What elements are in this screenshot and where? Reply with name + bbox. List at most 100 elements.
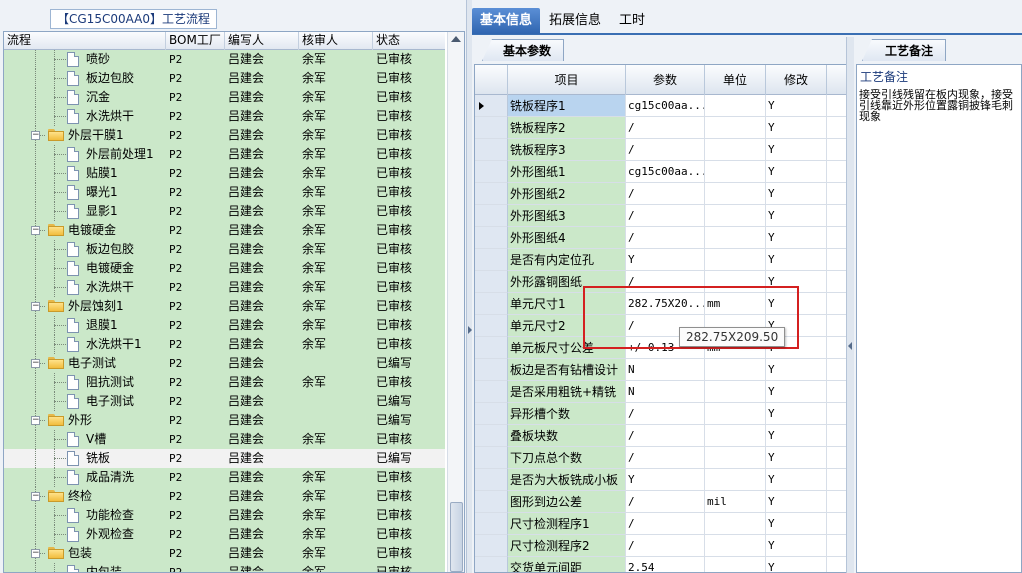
tree-row[interactable]: V槽 P2 吕建会 余军 已审核 xyxy=(4,430,445,449)
row-indicator[interactable] xyxy=(475,293,508,315)
param-unit-cell[interactable]: mil xyxy=(705,491,766,513)
tree-row[interactable]: 板边包胶 P2 吕建会 余军 已审核 xyxy=(4,69,445,88)
param-item-cell[interactable]: 是否有内定位孔 xyxy=(508,249,626,271)
tree-row[interactable]: 功能检查 P2 吕建会 余军 已审核 xyxy=(4,506,445,525)
row-indicator[interactable] xyxy=(475,271,508,293)
param-modify-cell[interactable]: Y xyxy=(766,183,827,205)
param-value-cell[interactable]: / xyxy=(626,513,705,535)
row-indicator[interactable] xyxy=(475,425,508,447)
param-item-cell[interactable]: 外形图纸4 xyxy=(508,227,626,249)
column-header-bom[interactable]: BOM工厂 xyxy=(166,32,225,50)
scroll-up-arrow-icon[interactable] xyxy=(451,36,461,42)
param-unit-cell[interactable] xyxy=(705,139,766,161)
row-indicator[interactable] xyxy=(475,359,508,381)
tree-row[interactable]: 水洗烘干 P2 吕建会 余军 已审核 xyxy=(4,278,445,297)
param-unit-cell[interactable] xyxy=(705,381,766,403)
row-indicator[interactable] xyxy=(475,183,508,205)
param-unit-cell[interactable] xyxy=(705,359,766,381)
param-value-cell[interactable]: Y xyxy=(626,469,705,491)
param-row[interactable]: 是否为大板铣成小板 Y Y xyxy=(475,469,849,491)
param-modify-cell[interactable]: Y xyxy=(766,469,827,491)
param-row[interactable]: 外形图纸4/ Y xyxy=(475,227,849,249)
param-modify-cell[interactable]: Y xyxy=(766,447,827,469)
row-indicator[interactable] xyxy=(475,227,508,249)
column-header-item[interactable]: 项目 xyxy=(508,65,626,95)
param-unit-cell[interactable] xyxy=(705,403,766,425)
param-modify-cell[interactable]: Y xyxy=(766,249,827,271)
param-row[interactable]: 叠板块数 / Y xyxy=(475,425,849,447)
param-unit-cell[interactable] xyxy=(705,249,766,271)
row-indicator[interactable] xyxy=(475,557,508,572)
tree-row[interactable]: 贴膜1 P2 吕建会 余军 已审核 xyxy=(4,164,445,183)
param-value-cell[interactable]: / xyxy=(626,535,705,557)
column-header-writer[interactable]: 编写人 xyxy=(225,32,299,50)
notes-splitter[interactable] xyxy=(846,37,854,573)
param-value-cell[interactable]: Y xyxy=(626,249,705,271)
param-value-cell[interactable]: / xyxy=(626,425,705,447)
param-item-cell[interactable]: 铣板程序2 xyxy=(508,117,626,139)
row-indicator[interactable] xyxy=(475,469,508,491)
row-indicator[interactable] xyxy=(475,381,508,403)
param-row[interactable]: 铣板程序3/ Y xyxy=(475,139,849,161)
notes-text[interactable]: 接受引线残留在板内现象，接受 引线靠近外形位置露铜披锋毛刺 现象 xyxy=(859,89,1021,122)
param-row[interactable]: 外形图纸1 cg15c00aa... Y xyxy=(475,161,849,183)
tree-folder-row[interactable]: − 外层干膜1 P2 吕建会 余军 已审核 xyxy=(4,126,445,145)
row-indicator[interactable] xyxy=(475,95,508,117)
param-modify-cell[interactable]: Y xyxy=(766,535,827,557)
param-item-cell[interactable]: 外形图纸1 xyxy=(508,161,626,183)
param-modify-cell[interactable]: Y xyxy=(766,139,827,161)
collapse-toggle-icon[interactable]: − xyxy=(31,226,40,235)
param-modify-cell[interactable]: Y xyxy=(766,205,827,227)
column-header-flow[interactable]: 流程 xyxy=(4,32,166,50)
tree-row[interactable]: 退膜1 P2 吕建会 余军 已审核 xyxy=(4,316,445,335)
tree-folder-row[interactable]: − 终检 P2 吕建会 余军 已审核 xyxy=(4,487,445,506)
row-indicator[interactable] xyxy=(475,315,508,337)
tree-row[interactable]: 成品清洗 P2 吕建会 余军 已审核 xyxy=(4,468,445,487)
tree-row[interactable]: 板边包胶 P2 吕建会 余军 已审核 xyxy=(4,240,445,259)
tree-row[interactable]: 外层前处理1 P2 吕建会 余军 已审核 xyxy=(4,145,445,164)
collapse-toggle-icon[interactable]: − xyxy=(31,492,40,501)
param-value-cell[interactable]: / xyxy=(626,447,705,469)
param-value-cell[interactable]: / xyxy=(626,403,705,425)
row-indicator[interactable] xyxy=(475,249,508,271)
collapse-arrow-icon[interactable] xyxy=(848,342,852,350)
tree-folder-row[interactable]: − 外层蚀刻1 P2 吕建会 余军 已审核 xyxy=(4,297,445,316)
param-modify-cell[interactable]: Y xyxy=(766,381,827,403)
param-item-cell[interactable]: 尺寸检测程序1 xyxy=(508,513,626,535)
param-row[interactable]: 下刀点总个数 / Y xyxy=(475,447,849,469)
row-indicator[interactable] xyxy=(475,403,508,425)
param-value-cell[interactable]: / xyxy=(626,227,705,249)
param-value-cell[interactable]: N xyxy=(626,359,705,381)
param-item-cell[interactable]: 交货单元间距 xyxy=(508,557,626,572)
param-row[interactable]: 外形图纸3/ Y xyxy=(475,205,849,227)
tab-basic-params[interactable]: 基本参数 xyxy=(482,39,565,61)
tab-extended-info[interactable]: 拓展信息 xyxy=(541,8,609,34)
row-indicator[interactable] xyxy=(475,337,508,359)
tree-row[interactable]: 曝光1 P2 吕建会 余军 已审核 xyxy=(4,183,445,202)
param-unit-cell[interactable] xyxy=(705,205,766,227)
param-row[interactable]: 是否采用粗铣+精铣 N Y xyxy=(475,381,849,403)
tree-folder-row[interactable]: − 电镀硬金 P2 吕建会 余军 已审核 xyxy=(4,221,445,240)
tree-row[interactable]: 外观检查 P2 吕建会 余军 已审核 xyxy=(4,525,445,544)
param-item-cell[interactable]: 外形图纸2 xyxy=(508,183,626,205)
param-item-cell[interactable]: 叠板块数 xyxy=(508,425,626,447)
param-unit-cell[interactable] xyxy=(705,535,766,557)
tree-folder-row[interactable]: − 电子测试 P2 吕建会 已编写 xyxy=(4,354,445,373)
row-indicator[interactable] xyxy=(475,447,508,469)
param-item-cell[interactable]: 图形到边公差 xyxy=(508,491,626,513)
param-value-cell[interactable]: N xyxy=(626,381,705,403)
param-modify-cell[interactable]: Y xyxy=(766,557,827,572)
param-item-cell[interactable]: 是否采用粗铣+精铣 xyxy=(508,381,626,403)
param-item-cell[interactable]: 铣板程序3 xyxy=(508,139,626,161)
param-modify-cell[interactable]: Y xyxy=(766,227,827,249)
param-unit-cell[interactable] xyxy=(705,513,766,535)
param-modify-cell[interactable]: Y xyxy=(766,403,827,425)
param-modify-cell[interactable]: Y xyxy=(766,513,827,535)
param-modify-cell[interactable]: Y xyxy=(766,359,827,381)
param-unit-cell[interactable] xyxy=(705,469,766,491)
collapse-toggle-icon[interactable]: − xyxy=(31,131,40,140)
param-row[interactable]: 图形到边公差 / mil Y xyxy=(475,491,849,513)
column-header-checker[interactable]: 核审人 xyxy=(299,32,373,50)
param-row[interactable]: 外形图纸2/ Y xyxy=(475,183,849,205)
tab-work-hours[interactable]: 工时 xyxy=(611,8,653,34)
